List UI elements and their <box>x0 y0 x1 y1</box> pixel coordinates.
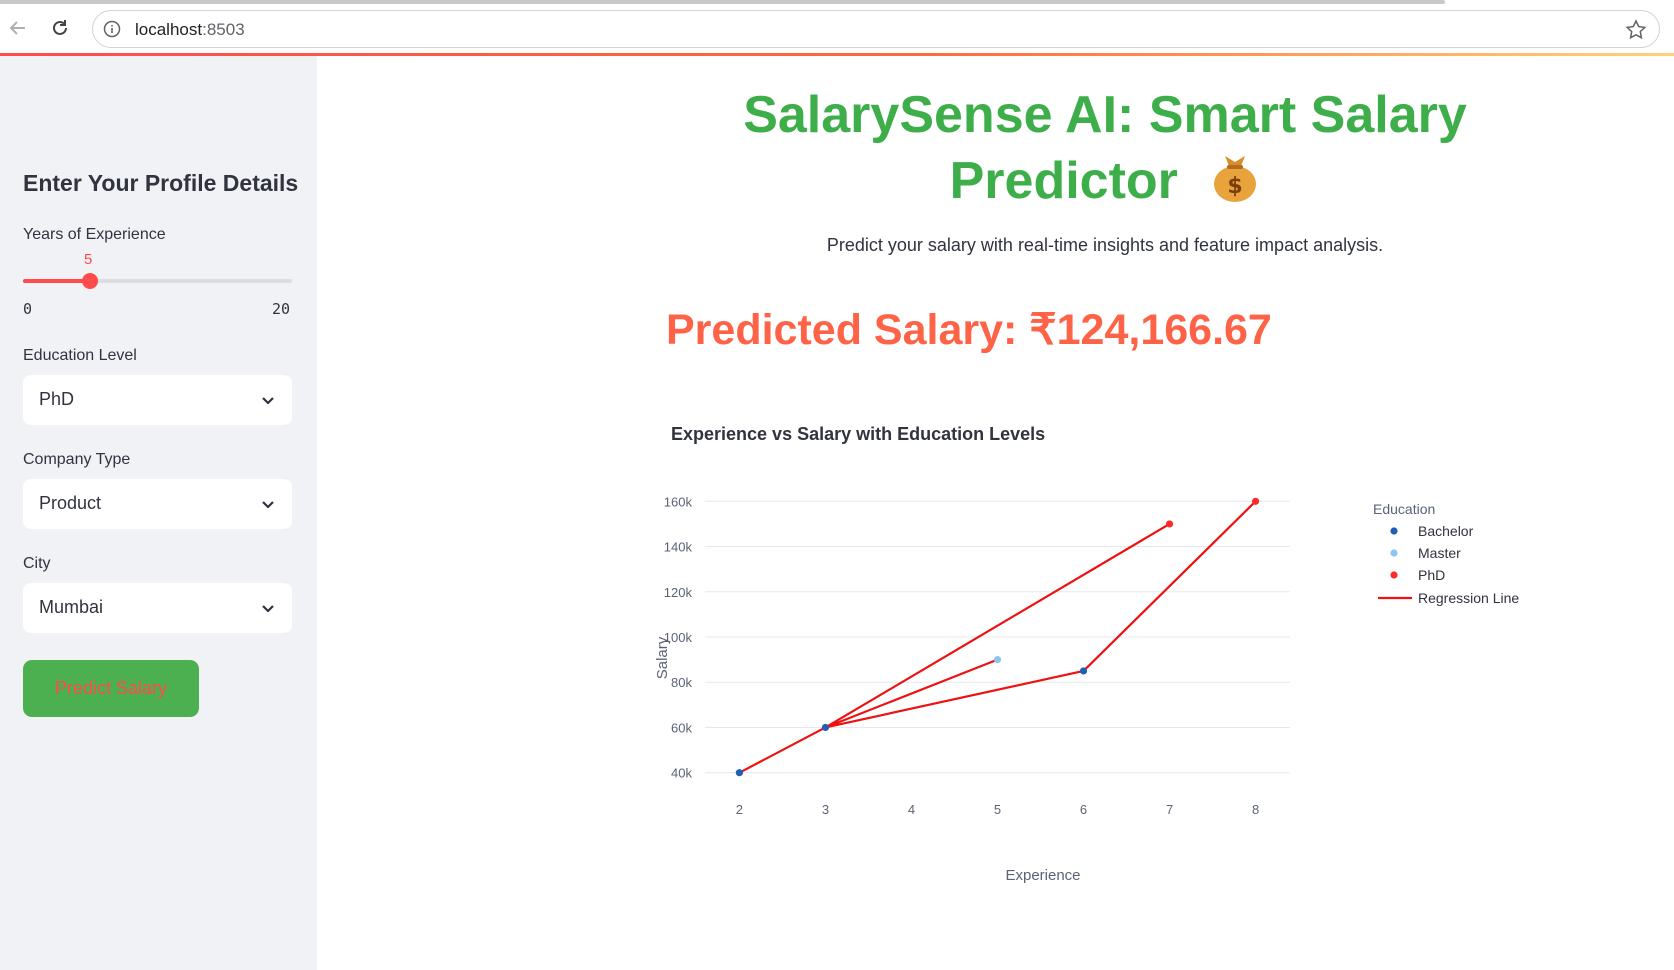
data-point-bachelor <box>1079 667 1088 675</box>
data-point-master <box>993 656 1002 664</box>
address-bar[interactable]: localhost:8503 <box>92 10 1660 48</box>
city-select-value: Mumbai <box>39 597 104 617</box>
money-bag-icon: $ <box>1214 156 1257 202</box>
x-tick-label: 2 <box>736 802 743 817</box>
predict-salary-button[interactable]: Predict Salary <box>23 660 199 717</box>
browser-toolbar: localhost:8503 <box>0 0 1674 56</box>
legend-label-master: Master <box>1418 545 1461 561</box>
x-tick-label: 5 <box>994 802 1001 817</box>
star-icon[interactable] <box>1625 19 1647 41</box>
experience-slider-max: 20 <box>272 300 291 318</box>
svg-text:$: $ <box>1228 174 1243 199</box>
chevron-down-icon <box>262 397 274 405</box>
y-tick-label: 40k <box>671 766 692 781</box>
chevron-down-icon <box>262 605 274 613</box>
info-icon[interactable] <box>103 20 121 38</box>
chart-legend: Education Bachelor Master PhD Regression Lin… <box>1373 501 1519 606</box>
chart-y-label: Salary <box>654 636 671 679</box>
legend-label-bachelor: Bachelor <box>1418 523 1474 539</box>
education-select[interactable]: PhD <box>23 375 292 425</box>
x-tick-label: 7 <box>1166 802 1173 817</box>
data-point-bachelor <box>821 723 830 732</box>
x-tick-label: 8 <box>1252 802 1259 817</box>
x-tick-label: 3 <box>822 802 829 817</box>
experience-slider-fill <box>23 279 91 283</box>
page-title-line1: SalarySense AI: Smart Salary <box>743 86 1467 144</box>
reload-icon[interactable] <box>46 14 74 42</box>
x-tick-label: 6 <box>1080 802 1087 817</box>
legend-title: Education <box>1373 501 1435 517</box>
data-point-phd <box>1165 520 1174 528</box>
y-tick-label: 140k <box>664 540 693 555</box>
y-tick-label: 60k <box>671 720 692 735</box>
back-arrow-icon[interactable] <box>4 14 32 42</box>
predicted-salary: Predicted Salary: ₹124,166.67 <box>666 306 1272 354</box>
city-select[interactable]: Mumbai <box>23 583 292 633</box>
y-tick-label: 160k <box>664 494 693 509</box>
sidebar-title: Enter Your Profile Details <box>23 170 299 196</box>
legend-marker-master <box>1390 549 1398 557</box>
data-point-bachelor <box>735 769 744 777</box>
company-select[interactable]: Product <box>23 479 292 529</box>
salary-chart: 40k60k80k100k120k140k160k 2345678 Salary… <box>654 494 1519 884</box>
legend-label-regression: Regression Line <box>1418 590 1519 606</box>
experience-slider-thumb[interactable] <box>82 273 99 289</box>
chart-title: Experience vs Salary with Education Leve… <box>671 424 1046 444</box>
company-select-value: Product <box>39 493 102 513</box>
experience-label: Years of Experience <box>23 226 166 243</box>
page-title: SalarySense AI: Smart Salary Predictor $ <box>660 82 1550 214</box>
page-subtitle: Predict your salary with real-time insig… <box>826 235 1384 255</box>
y-tick-label: 80k <box>671 675 692 690</box>
legend-label-phd: PhD <box>1418 567 1445 583</box>
chart-x-ticks: 2 3 4 5 6 7 8 <box>736 802 1259 817</box>
data-point-phd <box>1251 497 1260 505</box>
education-label: Education Level <box>23 347 137 364</box>
y-tick-label: 120k <box>664 585 693 600</box>
experience-slider-value: 5 <box>84 251 93 268</box>
chart-grid <box>705 500 1290 774</box>
company-label: Company Type <box>23 451 131 468</box>
x-tick-label: 4 <box>908 802 915 817</box>
education-select-value: PhD <box>39 389 75 409</box>
legend-marker-phd <box>1390 571 1398 579</box>
chart-x-label: Experience <box>1005 867 1080 884</box>
page-title-line2: Predictor <box>949 152 1178 210</box>
url-text: localhost:8503 <box>135 20 245 39</box>
city-label: City <box>23 555 51 572</box>
experience-slider[interactable] <box>23 273 292 289</box>
experience-slider-min: 0 <box>23 300 33 318</box>
sidebar: Enter Your Profile Details Years of Expe… <box>0 56 317 970</box>
chevron-down-icon <box>262 501 274 509</box>
page-load-progress <box>0 0 1445 4</box>
legend-marker-bachelor <box>1390 527 1398 535</box>
